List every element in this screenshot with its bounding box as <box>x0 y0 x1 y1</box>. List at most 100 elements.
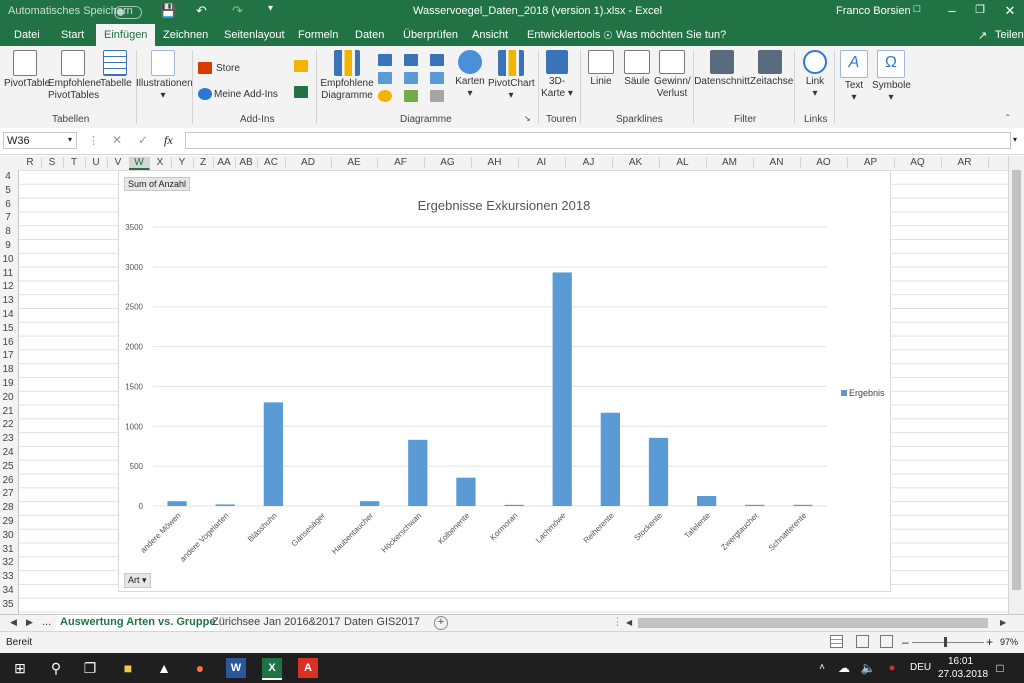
share-button[interactable]: Teilen <box>995 29 1024 41</box>
tab-einfuegen[interactable]: Einfügen <box>96 24 156 46</box>
combo-chart-icon[interactable] <box>404 90 418 102</box>
volume-icon[interactable]: 🔈 <box>858 658 878 678</box>
row-header[interactable]: 6 <box>0 199 16 210</box>
column-header[interactable]: W <box>129 157 150 170</box>
sheet-tab-daten-gis[interactable]: Daten GIS2017 <box>344 615 420 631</box>
row-header[interactable]: 8 <box>0 226 16 237</box>
tab-ueberpruefen[interactable]: Überprüfen <box>403 29 458 41</box>
column-header[interactable]: Y <box>171 157 194 168</box>
column-header[interactable]: AI <box>518 157 566 168</box>
text-button[interactable]: A Text ▾ <box>838 50 870 104</box>
clock-date[interactable]: 27.03.2018 <box>938 669 988 680</box>
row-header[interactable]: 19 <box>0 378 16 389</box>
store-button[interactable]: Store <box>216 63 240 75</box>
onedrive-icon[interactable]: ☁ <box>834 658 854 678</box>
excel-icon[interactable]: X <box>262 658 282 680</box>
row-header[interactable]: 20 <box>0 392 16 403</box>
redo-icon[interactable]: ↷ <box>232 3 243 19</box>
windows-start-icon[interactable]: ⊞ <box>10 658 30 678</box>
file-explorer-icon[interactable]: ■ <box>118 658 138 678</box>
hierarchy-chart-icon[interactable] <box>404 54 418 66</box>
column-header[interactable]: AC <box>257 157 286 168</box>
table-button[interactable]: Tabelle <box>100 50 132 90</box>
name-box[interactable]: W36 <box>3 132 77 149</box>
timeline-button[interactable]: Zeitachse <box>750 50 793 88</box>
row-header[interactable]: 7 <box>0 212 16 223</box>
zoom-slider[interactable] <box>912 642 984 643</box>
column-header[interactable]: X <box>149 157 172 168</box>
name-box-dropdown-icon[interactable]: ▾ <box>68 135 72 144</box>
row-header[interactable]: 18 <box>0 364 16 375</box>
row-header[interactable]: 28 <box>0 502 16 513</box>
bar[interactable] <box>745 504 765 506</box>
row-header[interactable]: 5 <box>0 185 16 196</box>
acrobat-icon[interactable]: A <box>298 658 318 678</box>
pivotchart-button[interactable]: PivotChart ▾ <box>488 50 535 102</box>
row-header[interactable]: 9 <box>0 240 16 251</box>
zoom-in-icon[interactable]: + <box>986 635 993 649</box>
people-graph-icon[interactable] <box>294 86 308 98</box>
pie-chart-icon[interactable] <box>378 90 392 102</box>
row-header[interactable]: 30 <box>0 530 16 541</box>
column-header[interactable]: AO <box>800 157 848 168</box>
row-header[interactable]: 22 <box>0 419 16 430</box>
save-icon[interactable]: 💾 <box>160 3 176 19</box>
input-language[interactable]: DEU <box>910 662 931 673</box>
bar[interactable] <box>456 477 476 506</box>
next-sheet-icon[interactable]: ▶ <box>26 615 33 631</box>
sparkline-winloss-button[interactable]: Gewinn/ Verlust <box>654 50 691 100</box>
horizontal-scroll-thumb[interactable] <box>638 618 988 628</box>
bar[interactable] <box>697 496 717 506</box>
column-header[interactable]: AL <box>659 157 707 168</box>
row-header[interactable]: 21 <box>0 406 16 417</box>
bar[interactable] <box>793 504 813 506</box>
scatter-chart-icon[interactable] <box>430 72 444 84</box>
bar[interactable] <box>600 412 620 506</box>
row-header[interactable]: 32 <box>0 557 16 568</box>
tab-formeln[interactable]: Formeln <box>298 29 338 41</box>
column-header[interactable]: AQ <box>894 157 942 168</box>
scroll-right-icon[interactable]: ▶ <box>1000 615 1006 631</box>
row-header[interactable]: 16 <box>0 337 16 348</box>
link-button[interactable]: Link ▾ <box>798 50 832 100</box>
show-hidden-icons[interactable]: ˄ <box>812 658 832 678</box>
charts-dialog-launcher-icon[interactable]: ↘ <box>524 114 531 123</box>
column-header[interactable]: AG <box>424 157 472 168</box>
page-break-icon[interactable] <box>880 635 893 648</box>
function-icon[interactable]: fx <box>164 133 173 148</box>
row-header[interactable]: 4 <box>0 171 16 182</box>
column-header[interactable]: Z <box>193 157 214 168</box>
enter-icon[interactable]: ✓ <box>138 133 148 147</box>
clock-time[interactable]: 16:01 <box>948 656 973 667</box>
row-header[interactable]: 11 <box>0 268 16 279</box>
symbols-button[interactable]: Ω Symbole ▾ <box>872 50 911 104</box>
ribbon-display-icon[interactable]: □ <box>903 3 931 15</box>
bing-maps-icon[interactable] <box>294 60 308 72</box>
column-header[interactable]: R <box>19 157 42 168</box>
notifications-icon[interactable]: □ <box>990 658 1010 678</box>
vertical-scrollbar[interactable] <box>1008 156 1024 614</box>
column-header[interactable]: AF <box>377 157 425 168</box>
pivottable-button[interactable]: PivotTable <box>4 50 50 90</box>
sticky-icon[interactable]: ▲ <box>154 658 174 678</box>
slicer-button[interactable]: Datenschnitt <box>694 50 750 88</box>
pivot-chart[interactable]: Sum of Anzahl Art ▾ Ergebnisse Exkursion… <box>118 170 891 592</box>
sheet-more[interactable]: ... <box>42 615 51 631</box>
bar[interactable] <box>552 272 572 506</box>
zoom-level[interactable]: 97% <box>1000 637 1018 647</box>
bar[interactable] <box>648 437 669 506</box>
tab-ansicht[interactable]: Ansicht <box>472 29 508 41</box>
column-header[interactable]: U <box>85 157 108 168</box>
bar[interactable] <box>504 504 524 506</box>
column-header[interactable]: S <box>41 157 64 168</box>
normal-view-icon[interactable] <box>830 635 843 648</box>
waterfall-chart-icon[interactable] <box>430 54 444 66</box>
row-header[interactable]: 10 <box>0 254 16 265</box>
row-header[interactable]: 24 <box>0 447 16 458</box>
bar[interactable] <box>167 501 187 506</box>
row-header[interactable]: 23 <box>0 433 16 444</box>
column-header[interactable]: AR <box>941 157 989 168</box>
maps-button[interactable]: Karten ▾ <box>452 50 488 100</box>
tab-entwicklertools[interactable]: Entwicklertools <box>527 29 600 41</box>
undo-icon[interactable]: ↶ <box>196 3 207 19</box>
